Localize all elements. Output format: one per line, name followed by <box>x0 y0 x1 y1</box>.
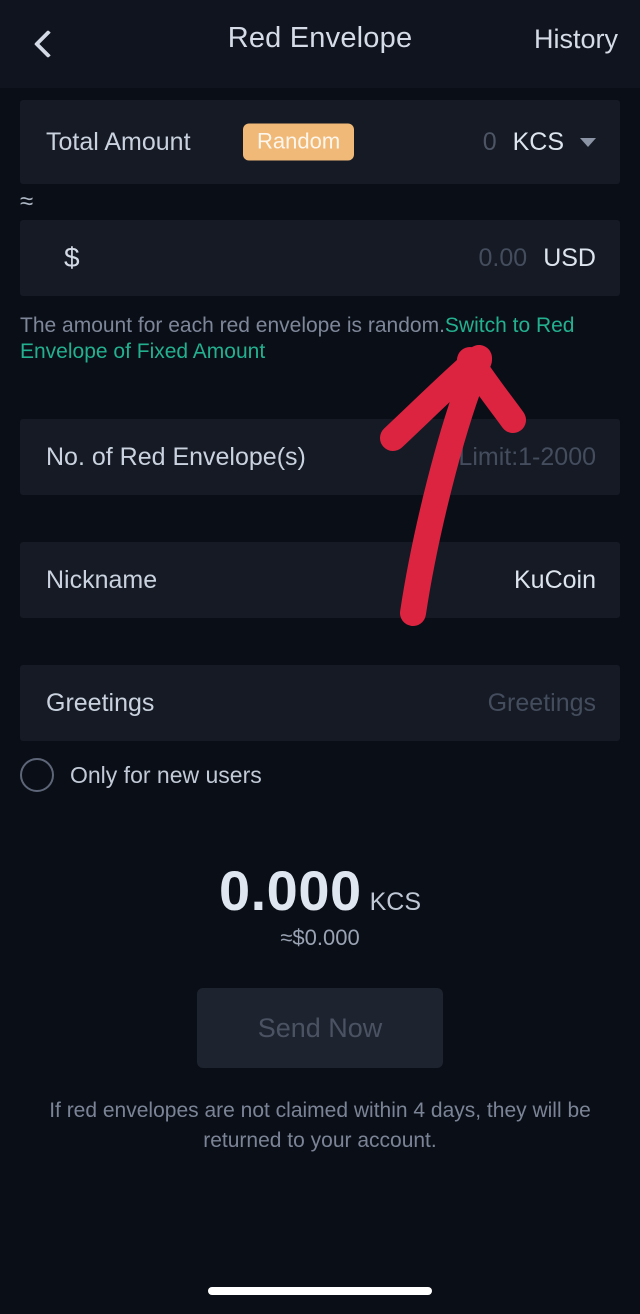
app-header: Red Envelope History <box>0 0 640 88</box>
greetings-value-group[interactable]: Greetings <box>488 689 596 718</box>
fiat-amount-row[interactable]: $ 0.00 USD <box>20 220 620 296</box>
approx-equals-icon: ≈ <box>20 188 34 215</box>
nickname-value-group[interactable]: KuCoin <box>514 566 596 595</box>
expiry-note: If red envelopes are not claimed within … <box>49 1099 591 1152</box>
envelope-count-input[interactable]: Limit:1-2000 <box>458 443 596 472</box>
total-amount-label: Total Amount <box>46 127 191 156</box>
envelope-count-row[interactable]: No. of Red Envelope(s) Limit:1-2000 <box>20 419 620 495</box>
nickname-input[interactable]: KuCoin <box>514 566 596 595</box>
radio-unchecked-icon[interactable] <box>20 758 54 792</box>
currency-label[interactable]: KCS <box>513 128 564 157</box>
dollar-sign-icon: $ <box>64 242 80 273</box>
fiat-currency-label: USD <box>543 243 596 272</box>
total-amount-row[interactable]: Total Amount Random 0 KCS <box>20 100 620 184</box>
greetings-input[interactable]: Greetings <box>488 689 596 718</box>
hint-text: The amount for each red envelope is rand… <box>20 314 445 337</box>
greetings-row[interactable]: Greetings Greetings <box>20 665 620 741</box>
fiat-amount-input[interactable]: 0.00 <box>479 244 528 273</box>
fiat-value-group[interactable]: 0.00 USD <box>479 244 596 273</box>
only-new-users-toggle[interactable]: Only for new users <box>20 758 262 792</box>
total-amount-input[interactable]: 0 <box>483 128 497 157</box>
nickname-label: Nickname <box>46 565 158 594</box>
summary-amount-unit: KCS <box>369 888 422 916</box>
history-link[interactable]: History <box>534 24 618 55</box>
random-mode-badge[interactable]: Random <box>243 123 355 161</box>
send-now-button[interactable]: Send Now <box>197 988 443 1068</box>
envelope-count-label: No. of Red Envelope(s) <box>46 442 306 471</box>
summary-fiat-equivalent: ≈$0.000 <box>280 925 360 950</box>
greetings-label: Greetings <box>46 688 155 717</box>
chevron-down-icon[interactable] <box>580 137 596 147</box>
total-amount-value-group[interactable]: 0 KCS <box>483 128 596 157</box>
nickname-row[interactable]: Nickname KuCoin <box>20 542 620 618</box>
summary-amount: 0.000 KCS <box>0 858 640 923</box>
only-new-users-label: Only for new users <box>70 761 262 788</box>
envelope-count-value-group[interactable]: Limit:1-2000 <box>458 443 596 472</box>
summary-amount-value: 0.000 <box>218 859 362 922</box>
home-indicator <box>208 1287 432 1295</box>
red-envelope-screen: Red Envelope History Total Amount Random… <box>0 0 640 1314</box>
random-mode-hint: The amount for each red envelope is rand… <box>20 313 580 365</box>
arrow-head-right <box>457 347 526 433</box>
